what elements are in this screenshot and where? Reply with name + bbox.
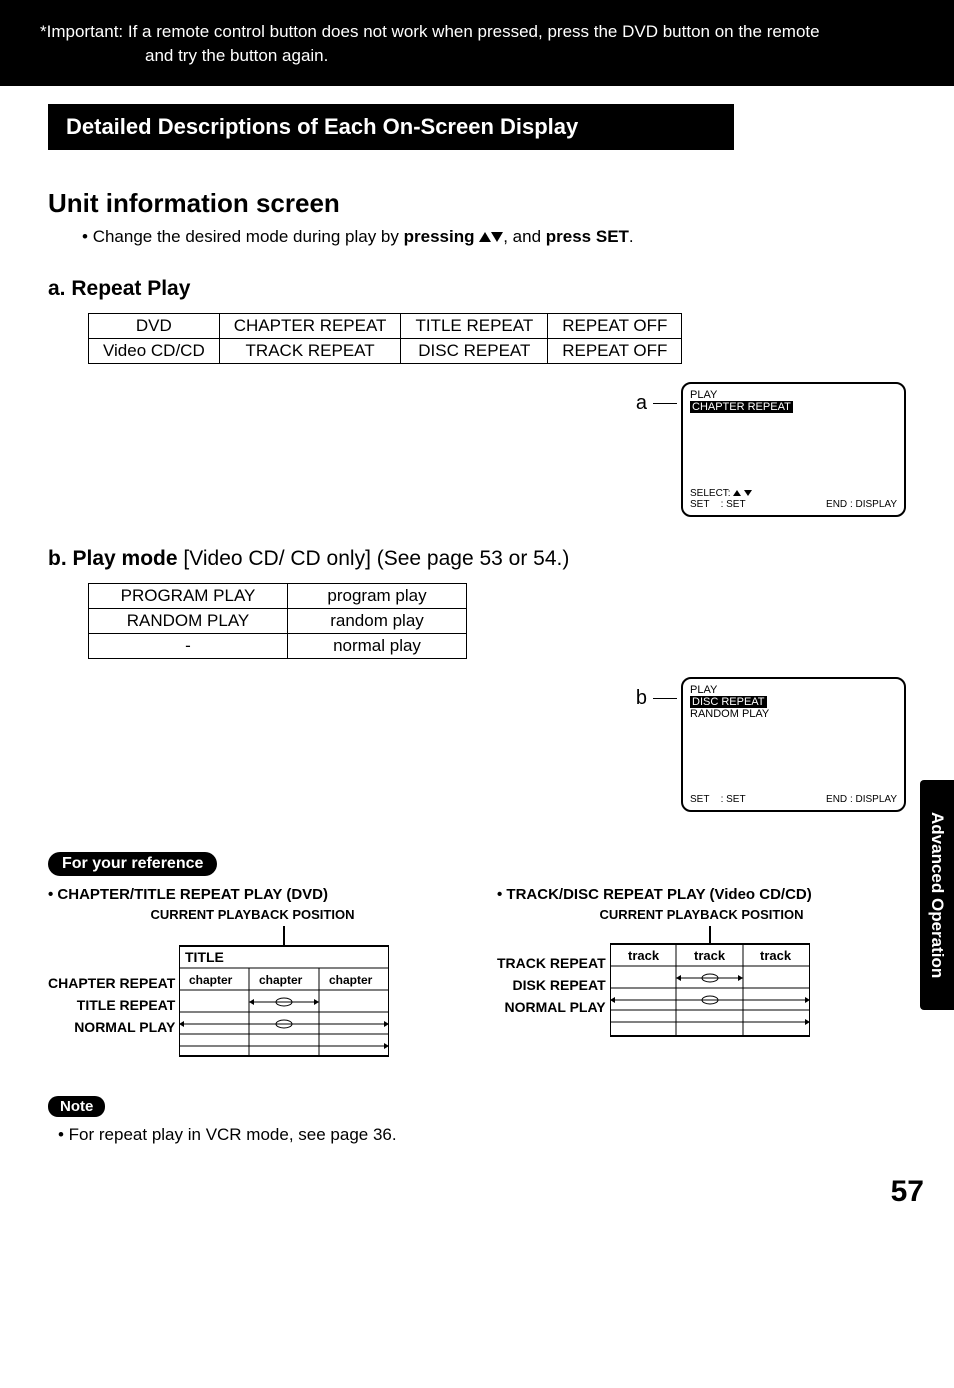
osd-end-val: : DISPLAY — [850, 794, 897, 805]
osd-play-text: PLAY — [690, 684, 897, 696]
for-your-reference-pill: For your reference — [48, 852, 217, 876]
osd-end: END — [826, 794, 847, 805]
leader-line-icon — [653, 698, 677, 699]
play-mode-table: PROGRAM PLAY program play RANDOM PLAY ra… — [88, 583, 467, 659]
osd-set: SET — [690, 794, 709, 805]
tiny-down-icon — [744, 490, 752, 496]
osd-b-label: b — [636, 687, 677, 710]
svg-text:track: track — [628, 948, 660, 963]
ref-right-diagram-svg: track track track — [610, 926, 810, 1046]
osd-footer-right: END : DISPLAY — [826, 499, 897, 510]
osd-footer-left: SELECT: SET : SET — [690, 488, 752, 510]
osd-highlight: CHAPTER REPEAT — [690, 401, 793, 413]
svg-text:track: track — [760, 948, 792, 963]
rowlabel: NORMAL PLAY — [48, 1016, 175, 1038]
cell: TRACK REPEAT — [219, 338, 401, 363]
cell: TITLE REPEAT — [401, 313, 548, 338]
rowlabel: NORMAL PLAY — [497, 996, 606, 1018]
ref-right-sub: CURRENT PLAYBACK POSITION — [497, 907, 906, 922]
cell: - — [89, 633, 288, 658]
osd-end-val: : DISPLAY — [850, 499, 897, 510]
table-row: DVD CHAPTER REPEAT TITLE REPEAT REPEAT O… — [89, 313, 682, 338]
reference-right: • TRACK/DISC REPEAT PLAY (Video CD/CD) C… — [497, 886, 906, 1066]
cell: program play — [288, 583, 467, 608]
ref-right-title: • TRACK/DISC REPEAT PLAY (Video CD/CD) — [497, 886, 906, 903]
cell: normal play — [288, 633, 467, 658]
important-prefix: *Important: — [40, 22, 123, 41]
ref-left-sub: CURRENT PLAYBACK POSITION — [48, 907, 457, 922]
osd-a-box: PLAY CHAPTER REPEAT SELECT: SET : SET EN… — [681, 382, 906, 517]
reference-left: • CHAPTER/TITLE REPEAT PLAY (DVD) CURREN… — [48, 886, 457, 1066]
ref-left-diagram-svg: TITLE chapter chapter chapter — [179, 926, 389, 1066]
section-title-bar: Detailed Descriptions of Each On-Screen … — [48, 104, 734, 150]
osd-a-letter: a — [636, 392, 647, 415]
cell: random play — [288, 608, 467, 633]
table-row: Video CD/CD TRACK REPEAT DISC REPEAT REP… — [89, 338, 682, 363]
play-mode-suffix: [Video CD/ CD only] (See page 53 or 54.) — [178, 547, 570, 570]
rowlabel: TRACK REPEAT — [497, 952, 606, 974]
leader-line-icon — [653, 403, 677, 404]
bullet-press-set: press SET — [546, 227, 629, 246]
osd-line2: RANDOM PLAY — [690, 708, 897, 720]
down-arrow-icon — [491, 232, 503, 242]
important-line1: If a remote control button does not work… — [128, 22, 820, 41]
page-number: 57 — [0, 1175, 924, 1209]
cell: DISC REPEAT — [401, 338, 548, 363]
title-cell: TITLE — [185, 949, 224, 965]
bullet-pre: Change the desired mode during play by — [93, 227, 404, 246]
ref-left-title: • CHAPTER/TITLE REPEAT PLAY (DVD) — [48, 886, 457, 903]
osd-footer-right: END : DISPLAY — [826, 794, 897, 805]
bullet-post: , and — [503, 227, 546, 246]
repeat-play-table: DVD CHAPTER REPEAT TITLE REPEAT REPEAT O… — [88, 313, 682, 364]
svg-text:chapter: chapter — [329, 973, 373, 987]
up-arrow-icon — [479, 232, 491, 242]
rowlabel: TITLE REPEAT — [48, 994, 175, 1016]
osd-footer-left: SET : SET — [690, 794, 746, 805]
bullet-pressing: pressing — [404, 227, 475, 246]
osd-play-text: PLAY — [690, 389, 897, 401]
cell: REPEAT OFF — [548, 313, 682, 338]
table-row: PROGRAM PLAY program play — [89, 583, 467, 608]
important-note-bar: *Important: If a remote control button d… — [0, 0, 954, 86]
unit-info-heading: Unit information screen — [48, 188, 906, 219]
ref-right-rowlabels: TRACK REPEAT DISK REPEAT NORMAL PLAY — [497, 952, 606, 1018]
osd-end: END — [826, 499, 847, 510]
unit-info-bullet: • Change the desired mode during play by… — [82, 227, 906, 247]
cell: PROGRAM PLAY — [89, 583, 288, 608]
repeat-play-heading: a. Repeat Play — [48, 277, 906, 301]
cell: RANDOM PLAY — [89, 608, 288, 633]
bullet-end: . — [629, 227, 634, 246]
svg-text:chapter: chapter — [189, 973, 233, 987]
osd-b-box: PLAY DISC REPEAT RANDOM PLAY SET : SET E… — [681, 677, 906, 812]
svg-text:track: track — [694, 948, 726, 963]
play-mode-bold: b. Play mode — [48, 547, 178, 570]
osd-highlight: DISC REPEAT — [690, 696, 767, 708]
side-tab-advanced-operation: Advanced Operation — [920, 780, 954, 1010]
osd-select: SELECT: — [690, 488, 731, 499]
table-row: - normal play — [89, 633, 467, 658]
osd-a-label: a — [636, 392, 677, 415]
note-text: • For repeat play in VCR mode, see page … — [58, 1125, 906, 1145]
osd-set-val: : SET — [721, 499, 746, 510]
osd-set: SET — [690, 499, 709, 510]
rowlabel: CHAPTER REPEAT — [48, 972, 175, 994]
cell: CHAPTER REPEAT — [219, 313, 401, 338]
note-pill: Note — [48, 1096, 105, 1117]
osd-set-val: : SET — [721, 794, 746, 805]
cell: Video CD/CD — [89, 338, 220, 363]
important-line2: and try the button again. — [145, 44, 914, 68]
svg-text:chapter: chapter — [259, 973, 303, 987]
ref-left-rowlabels: CHAPTER REPEAT TITLE REPEAT NORMAL PLAY — [48, 972, 175, 1038]
tiny-up-icon — [733, 490, 741, 496]
rowlabel: DISK REPEAT — [497, 974, 606, 996]
table-row: RANDOM PLAY random play — [89, 608, 467, 633]
play-mode-heading: b. Play mode [Video CD/ CD only] (See pa… — [48, 547, 906, 571]
cell: REPEAT OFF — [548, 338, 682, 363]
cell: DVD — [89, 313, 220, 338]
osd-b-letter: b — [636, 687, 647, 710]
